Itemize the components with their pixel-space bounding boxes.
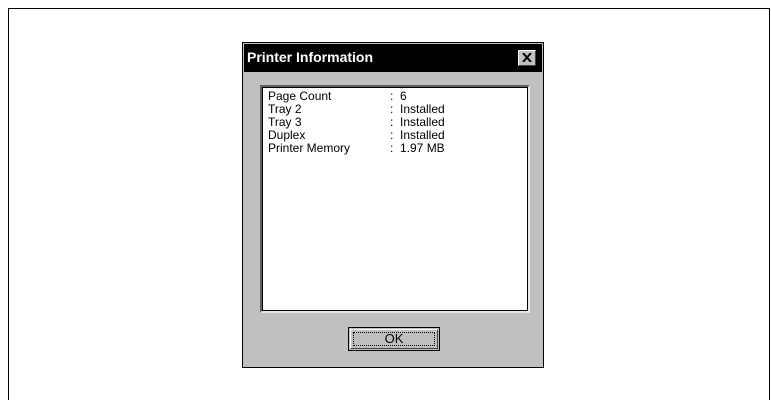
info-table: Page Count : 6 Tray 2 : Installed Tray 3… — [268, 90, 445, 155]
info-separator: : — [390, 141, 394, 155]
ok-button[interactable]: OK — [348, 327, 440, 351]
printer-info-list: Page Count : 6 Tray 2 : Installed Tray 3… — [260, 85, 530, 313]
dialog-title: Printer Information — [247, 49, 374, 65]
info-label: Printer Memory — [268, 141, 351, 155]
dialog-titlebar[interactable]: Printer Information — [244, 44, 542, 72]
ok-button-label: OK — [384, 331, 404, 346]
info-row-printer-memory: Printer Memory : 1.97 MB — [268, 142, 445, 155]
close-button[interactable] — [518, 50, 536, 66]
printer-information-dialog: Printer Information Page Count : 6 Tray … — [242, 42, 544, 368]
close-x-icon — [522, 53, 532, 62]
info-value: 1.97 MB — [400, 141, 445, 155]
